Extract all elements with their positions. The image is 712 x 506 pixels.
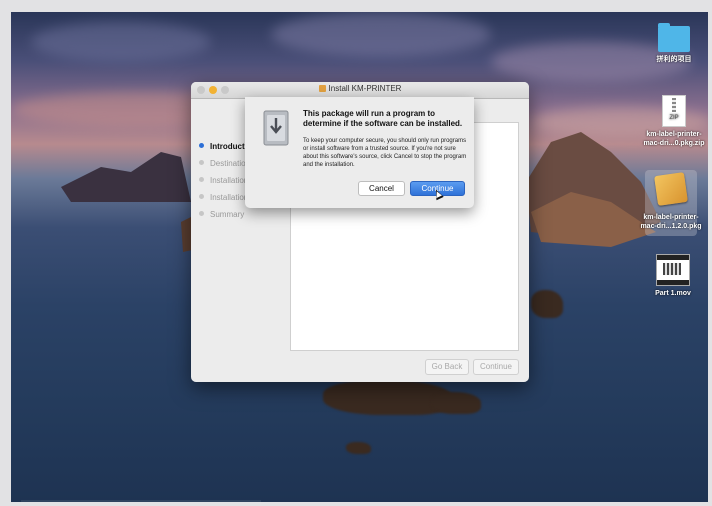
desktop-pkg-label: km-label-printer-mac-dri...1.2.0.pkg [640, 214, 702, 230]
zip-icon: ZIP [662, 95, 686, 127]
desktop-folder[interactable]: 拼利的项目 [642, 23, 706, 64]
folder-icon [658, 23, 690, 52]
package-icon [318, 85, 326, 92]
step-dot-icon [199, 211, 204, 216]
installer-package-icon [263, 110, 289, 146]
cancel-button[interactable]: Cancel [358, 181, 405, 196]
desktop-movie-label: Part 1.mov [655, 290, 691, 297]
window-title: Install KM-PRINTER [191, 84, 529, 93]
desktop-movie-file[interactable]: Part 1.mov [641, 254, 705, 298]
step-dot-icon [199, 177, 204, 182]
alert-title: This package will run a program to deter… [303, 109, 463, 128]
step-summary: Summary [199, 206, 274, 223]
desktop-pkg-file[interactable]: km-label-printer-mac-dri...1.2.0.pkg [639, 172, 703, 231]
movie-icon [656, 254, 690, 286]
step-dot-icon [199, 160, 204, 165]
desktop-zip-label: km-label-printer-mac-dri...0.pkg.zip [643, 131, 705, 147]
go-back-button[interactable]: Go Back [425, 359, 469, 375]
desktop-zip-file[interactable]: ZIP km-label-printer-mac-dri...0.pkg.zip [642, 95, 706, 148]
dock-area [21, 500, 261, 502]
step-dot-icon [199, 194, 204, 199]
continue-button-disabled[interactable]: Continue [473, 359, 519, 375]
desktop-folder-label: 拼利的项目 [656, 56, 692, 63]
alert-message: To keep your computer secure, you should… [303, 138, 467, 168]
package-icon [654, 172, 688, 206]
step-dot-icon [199, 143, 204, 148]
